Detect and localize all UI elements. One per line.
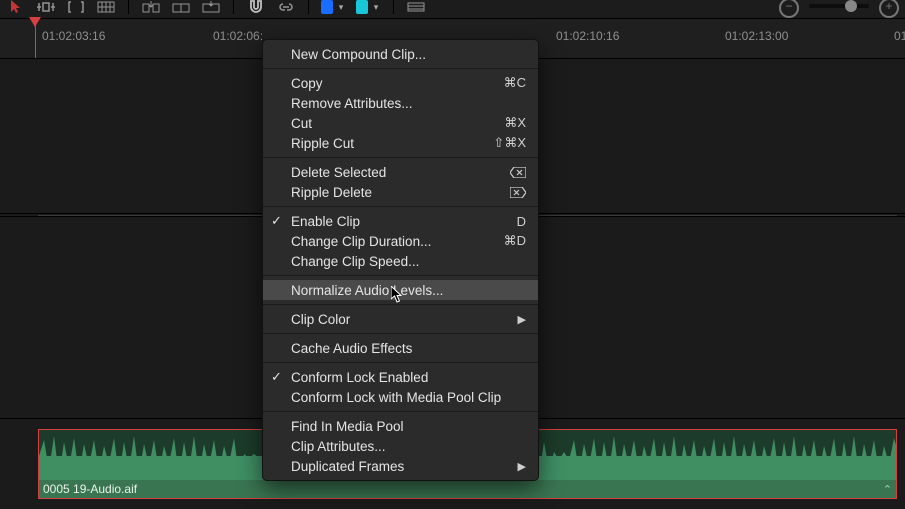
clip-expand-icon[interactable]: ⌃ — [883, 483, 892, 496]
strip-icon[interactable] — [406, 0, 426, 14]
overwrite-clip-icon[interactable] — [171, 0, 191, 14]
toolbar-separator — [233, 0, 234, 14]
zoom-in-button[interactable]: + — [879, 0, 899, 18]
menu-separator — [263, 206, 538, 207]
menu-enable-clip[interactable]: ✓ Enable Clip D — [263, 211, 538, 231]
flag-blue-icon — [321, 0, 333, 14]
menu-remove-attributes[interactable]: Remove Attributes... — [263, 93, 538, 113]
menu-shortcut: ⌘D — [504, 233, 526, 249]
menu-new-compound-clip[interactable]: New Compound Clip... — [263, 44, 538, 64]
menu-normalize-audio[interactable]: Normalize Audio Levels... — [263, 280, 538, 300]
menu-label: Clip Attributes... — [291, 439, 386, 454]
menu-label: New Compound Clip... — [291, 47, 426, 62]
menu-shortcut: ⌘X — [504, 115, 526, 131]
flag-teal-icon — [356, 0, 368, 14]
menu-label: Cache Audio Effects — [291, 341, 412, 356]
menu-shortcut: ⇧⌘X — [493, 135, 526, 151]
trim-tool-icon[interactable] — [36, 0, 56, 14]
menu-separator — [263, 411, 538, 412]
clip-context-menu: New Compound Clip... Copy ⌘C Remove Attri… — [262, 39, 539, 481]
toolbar-separator — [393, 0, 394, 14]
check-icon: ✓ — [271, 369, 282, 385]
menu-label: Ripple Cut — [291, 136, 354, 151]
menu-label: Duplicated Frames — [291, 459, 404, 474]
ruler-tick: 01:02:06: — [213, 29, 263, 43]
menu-label: Find In Media Pool — [291, 419, 404, 434]
zoom-slider-thumb[interactable] — [845, 0, 857, 12]
menu-label: Remove Attributes... — [291, 96, 413, 111]
menu-separator — [263, 333, 538, 334]
menu-cache-audio-effects[interactable]: Cache Audio Effects — [263, 338, 538, 358]
zoom-out-button[interactable]: − — [779, 0, 799, 18]
toolbar-separator — [128, 0, 129, 14]
chevron-down-icon: ▾ — [371, 0, 381, 14]
menu-label: Normalize Audio Levels... — [291, 283, 443, 298]
menu-find-in-media-pool[interactable]: Find In Media Pool — [263, 416, 538, 436]
menu-label: Conform Lock Enabled — [291, 370, 428, 385]
chevron-down-icon: ▾ — [336, 0, 346, 14]
menu-change-duration[interactable]: Change Clip Duration... ⌘D — [263, 231, 538, 251]
menu-shortcut: D — [517, 214, 526, 229]
bracket-tool-icon[interactable] — [66, 0, 86, 14]
menu-separator — [263, 362, 538, 363]
check-icon: ✓ — [271, 213, 282, 229]
menu-clip-attributes[interactable]: Clip Attributes... — [263, 436, 538, 456]
link-icon[interactable] — [276, 0, 296, 14]
forward-delete-icon — [510, 187, 526, 198]
menu-duplicated-frames[interactable]: Duplicated Frames ▶ — [263, 456, 538, 476]
menu-ripple-cut[interactable]: Ripple Cut ⇧⌘X — [263, 133, 538, 153]
replace-clip-icon[interactable] — [201, 0, 221, 14]
menu-label: Change Clip Duration... — [291, 234, 431, 249]
menu-label: Cut — [291, 116, 312, 131]
arrow-tool-icon[interactable] — [6, 0, 26, 14]
menu-label: Ripple Delete — [291, 185, 372, 200]
menu-label: Enable Clip — [291, 214, 360, 229]
backspace-icon — [510, 167, 526, 178]
menu-cut[interactable]: Cut ⌘X — [263, 113, 538, 133]
flag-teal-picker[interactable]: ▾ — [356, 0, 381, 14]
menu-change-speed[interactable]: Change Clip Speed... — [263, 251, 538, 271]
audio-clip-label: 0005 19-Audio.aif — [39, 480, 896, 498]
ruler-tick: 01 — [894, 29, 905, 43]
ruler-tick: 01:02:13:00 — [725, 29, 788, 43]
ruler-tick: 01:02:03:16 — [42, 29, 105, 43]
menu-label: Copy — [291, 76, 323, 91]
menu-separator — [263, 304, 538, 305]
menu-ripple-delete[interactable]: Ripple Delete — [263, 182, 538, 202]
playhead-marker-icon — [29, 17, 41, 27]
menu-label: Change Clip Speed... — [291, 254, 419, 269]
insert-clip-icon[interactable] — [141, 0, 161, 14]
menu-separator — [263, 68, 538, 69]
top-toolbar: ▾ ▾ − + — [0, 0, 905, 18]
ruler-tick: 01:02:10:16 — [556, 29, 619, 43]
menu-separator — [263, 157, 538, 158]
grid-tool-icon[interactable] — [96, 0, 116, 14]
zoom-slider[interactable] — [809, 4, 869, 8]
menu-label: Clip Color — [291, 312, 350, 327]
menu-delete-selected[interactable]: Delete Selected — [263, 162, 538, 182]
menu-separator — [263, 275, 538, 276]
toolbar-separator — [308, 0, 309, 14]
menu-shortcut: ⌘C — [504, 75, 526, 91]
menu-label: Delete Selected — [291, 165, 386, 180]
menu-conform-lock-media-pool[interactable]: Conform Lock with Media Pool Clip — [263, 387, 538, 407]
submenu-arrow-icon: ▶ — [518, 460, 526, 473]
submenu-arrow-icon: ▶ — [518, 313, 526, 326]
flag-blue-picker[interactable]: ▾ — [321, 0, 346, 14]
menu-conform-lock-enabled[interactable]: ✓ Conform Lock Enabled — [263, 367, 538, 387]
menu-copy[interactable]: Copy ⌘C — [263, 73, 538, 93]
magnet-icon[interactable] — [246, 0, 266, 14]
menu-label: Conform Lock with Media Pool Clip — [291, 390, 501, 405]
menu-clip-color[interactable]: Clip Color ▶ — [263, 309, 538, 329]
